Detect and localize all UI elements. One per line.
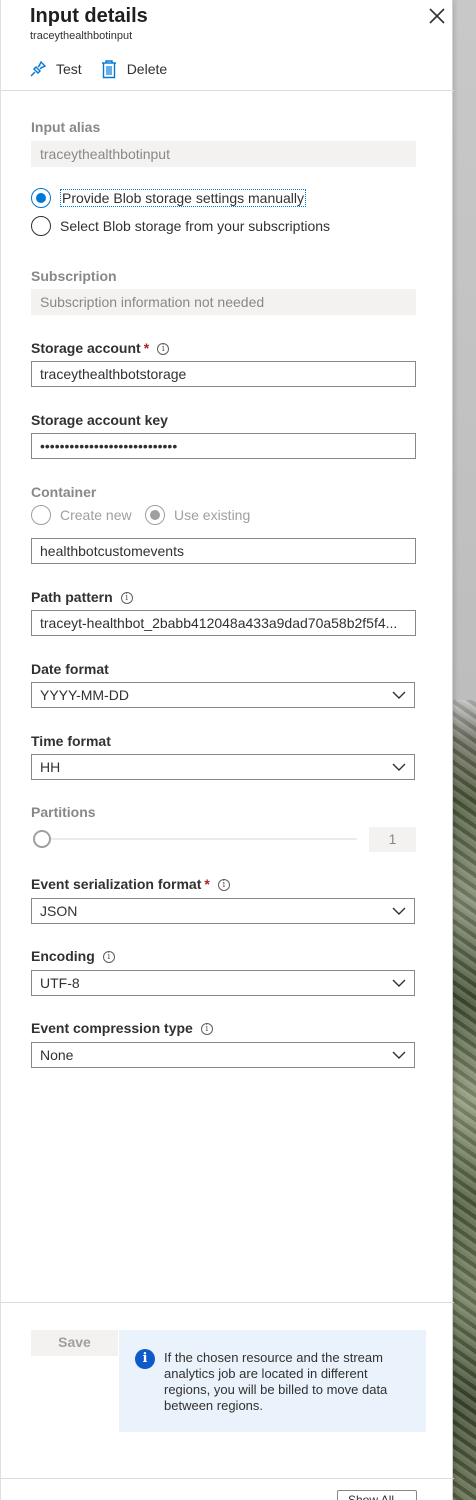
expand-icon[interactable]: ⌟⌟ xyxy=(430,1494,441,1500)
info-icon[interactable]: i xyxy=(200,1023,213,1036)
container-label: Container xyxy=(31,484,97,500)
compression-label: Event compression type i xyxy=(31,1020,213,1036)
trash-icon xyxy=(101,60,116,79)
bottom-divider xyxy=(1,1478,454,1479)
chevron-down-icon xyxy=(392,763,406,771)
background-image xyxy=(452,0,476,1500)
info-icon[interactable]: i xyxy=(217,879,230,892)
radio-label-use-existing: Use existing xyxy=(174,507,251,523)
info-icon[interactable]: i xyxy=(102,951,115,964)
show-all-button[interactable]: Show All xyxy=(337,1490,417,1500)
required-marker: * xyxy=(204,876,210,892)
region-billing-notice: i If the chosen resource and the stream … xyxy=(119,1330,426,1432)
chevron-down-icon xyxy=(392,907,406,915)
input-alias-label: Input alias xyxy=(31,119,101,135)
radio-provide-manually[interactable]: Provide Blob storage settings manually xyxy=(31,188,307,208)
partitions-slider-track xyxy=(41,838,357,840)
header-divider xyxy=(1,90,454,91)
encoding-label-text: Encoding xyxy=(31,948,95,964)
serialization-label-text: Event serialization format xyxy=(31,876,202,892)
test-label: Test xyxy=(56,61,82,77)
storage-key-input[interactable]: •••••••••••••••••••••••••••• xyxy=(31,433,416,459)
partitions-slider-thumb[interactable] xyxy=(33,830,51,848)
time-format-label: Time format xyxy=(31,733,111,749)
radio-button xyxy=(31,505,51,525)
storage-account-label-text: Storage account xyxy=(31,340,141,356)
subscription-field: Subscription information not needed xyxy=(31,289,416,315)
delete-button[interactable]: Delete xyxy=(100,59,167,79)
storage-account-input[interactable]: traceythealthbotstorage xyxy=(31,361,416,387)
path-pattern-label: Path pattern i xyxy=(31,589,133,605)
radio-label-manual: Provide Blob storage settings manually xyxy=(60,189,307,207)
page-subtitle: traceythealthbotinput xyxy=(30,30,133,42)
chevron-down-icon xyxy=(392,979,406,987)
page-title: Input details xyxy=(30,5,148,27)
serialization-value: JSON xyxy=(40,903,78,919)
test-button[interactable]: Test xyxy=(29,60,82,78)
save-button[interactable]: Save xyxy=(31,1330,118,1356)
info-icon[interactable]: i xyxy=(120,592,133,605)
required-marker: * xyxy=(143,340,150,356)
subscription-label: Subscription xyxy=(31,268,117,284)
container-input[interactable]: healthbotcustomevents xyxy=(31,538,416,564)
compression-dropdown[interactable]: None xyxy=(31,1042,415,1068)
encoding-dropdown[interactable]: UTF-8 xyxy=(31,970,415,996)
radio-label-subscriptions: Select Blob storage from your subscripti… xyxy=(60,218,331,234)
chevron-down-icon xyxy=(392,1051,406,1059)
compression-label-text: Event compression type xyxy=(31,1020,193,1036)
path-pattern-label-text: Path pattern xyxy=(31,589,113,605)
command-bar: Test Delete xyxy=(29,58,185,80)
radio-select-from-subscriptions[interactable]: Select Blob storage from your subscripti… xyxy=(31,216,330,236)
date-format-value: YYYY-MM-DD xyxy=(40,687,129,703)
delete-label: Delete xyxy=(126,61,168,77)
storage-account-label: Storage account * i xyxy=(31,340,170,356)
footer-divider xyxy=(1,1302,454,1303)
close-button[interactable] xyxy=(425,4,449,28)
encoding-value: UTF-8 xyxy=(40,975,80,991)
close-icon xyxy=(429,8,445,24)
radio-button xyxy=(31,216,51,236)
date-format-dropdown[interactable]: YYYY-MM-DD xyxy=(31,682,415,708)
radio-create-new: Create new xyxy=(31,505,132,525)
chevron-down-icon xyxy=(392,691,406,699)
encoding-label: Encoding i xyxy=(31,948,115,964)
radio-button-checked xyxy=(31,188,51,208)
plug-icon xyxy=(30,60,47,77)
info-icon[interactable]: i xyxy=(157,343,170,356)
radio-button-checked xyxy=(145,505,165,525)
partitions-value: 1 xyxy=(369,827,416,852)
path-pattern-input[interactable]: traceyt-healthbot_2babb412048a433a9dad70… xyxy=(31,610,416,636)
time-format-dropdown[interactable]: HH xyxy=(31,754,415,780)
input-details-panel: Input details traceythealthbotinput Test xyxy=(0,0,454,1500)
notice-text: If the chosen resource and the stream an… xyxy=(164,1350,388,1413)
serialization-label: Event serialization format * i xyxy=(31,876,230,892)
compression-value: None xyxy=(40,1047,74,1063)
storage-key-label: Storage account key xyxy=(31,412,168,428)
input-alias-field: traceythealthbotinput xyxy=(31,141,416,167)
partitions-label: Partitions xyxy=(31,804,96,820)
date-format-label: Date format xyxy=(31,661,109,677)
time-format-value: HH xyxy=(40,759,61,775)
radio-use-existing: Use existing xyxy=(145,505,250,525)
radio-label-create-new: Create new xyxy=(60,507,132,523)
serialization-dropdown[interactable]: JSON xyxy=(31,898,415,924)
info-icon: i xyxy=(135,1349,155,1369)
